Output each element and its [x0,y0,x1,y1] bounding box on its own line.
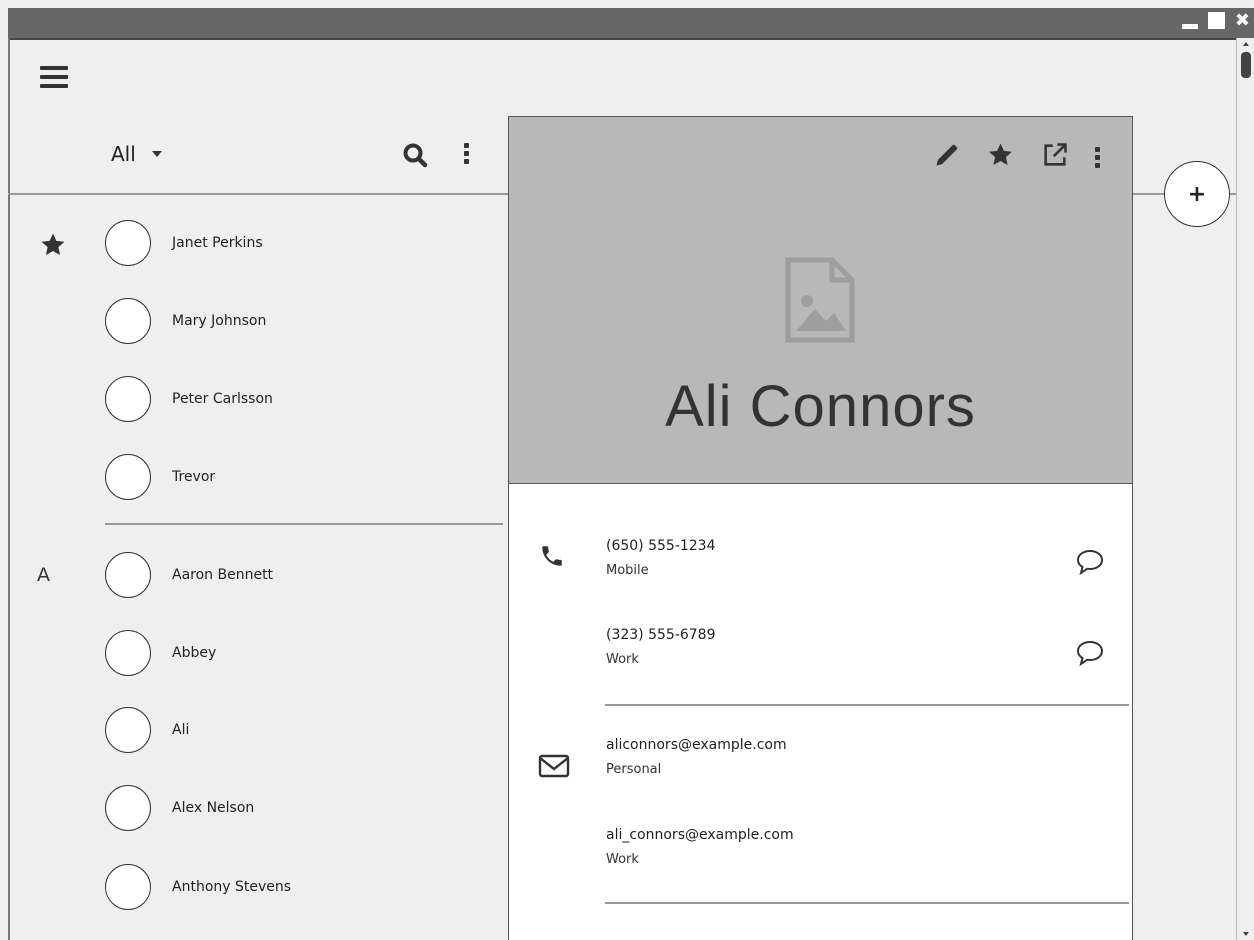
contact-list-item[interactable]: Janet Perkins [105,219,485,267]
avatar [105,552,151,598]
mail-icon [538,754,570,782]
window-titlebar: ✖ [8,8,1254,40]
detail-actions [933,141,1100,173]
detail-section-divider [605,704,1129,706]
contact-name: Mary Johnson [172,313,267,329]
vertical-scrollbar[interactable] [1236,38,1254,940]
email-address: aliconnors@example.com [606,737,787,753]
more-dot [1095,162,1100,168]
phone-entry[interactable]: (323) 555-6789 Work [606,627,716,667]
star-icon [38,231,68,263]
contact-list-item[interactable]: Peter Carlsson [105,375,485,423]
menu-icon-bar [40,84,68,88]
scroll-down-arrow-icon[interactable] [1243,932,1249,936]
avatar [105,376,151,422]
contact-name-title: Ali Connors [665,374,976,439]
avatar [105,630,151,676]
image-placeholder-icon [785,257,855,347]
email-entry[interactable]: ali_connors@example.com Work [606,827,794,867]
filter-dropdown[interactable]: All [111,142,162,166]
more-dot [464,151,469,156]
phone-type-label: Work [606,652,639,667]
minimize-button[interactable] [1181,24,1198,29]
pencil-icon[interactable] [933,141,961,173]
chevron-down-icon [151,151,162,157]
detail-section-divider [605,902,1129,904]
contact-name: Ali [172,722,190,738]
email-type-label: Work [606,852,639,867]
window-left-border [8,38,10,940]
contact-list-item[interactable]: Anthony Stevens [105,863,485,911]
contact-list-item[interactable]: Aaron Bennett [105,551,485,599]
message-icon[interactable] [1075,639,1105,671]
contact-hero-header: Ali Connors [509,117,1132,484]
contact-list-item[interactable]: Trevor [105,453,485,501]
menu-icon-bar [40,66,68,70]
more-dot [1095,154,1100,160]
filter-label: All [111,142,136,166]
phone-number: (323) 555-6789 [606,627,716,643]
avatar [105,454,151,500]
phone-entry[interactable]: (650) 555-1234 Mobile [606,538,716,578]
contact-name: Janet Perkins [172,235,263,251]
avatar [105,785,151,831]
contact-name: Abbey [172,645,217,661]
star-icon[interactable] [986,141,1015,173]
message-icon[interactable] [1075,548,1105,580]
phone-type-label: Mobile [606,563,649,578]
scroll-up-arrow-icon[interactable] [1243,42,1249,46]
more-dot [464,143,469,148]
contact-list-item[interactable]: Ali [105,706,485,754]
search-icon[interactable] [402,142,430,172]
more-dot [1095,146,1100,152]
add-contact-button[interactable]: + [1164,161,1230,227]
plus-icon: + [1187,181,1207,207]
list-more-icon[interactable] [464,143,469,164]
contact-name: Alex Nelson [172,800,255,816]
phone-number: (650) 555-1234 [606,538,716,554]
email-type-label: Personal [606,762,662,777]
group-header-a: A [37,564,50,586]
open-external-icon[interactable] [1040,141,1070,173]
contact-name: Peter Carlsson [172,391,273,407]
email-address: ali_connors@example.com [606,827,794,843]
contact-name: Aaron Bennett [172,567,274,583]
contact-list-item[interactable]: Alex Nelson [105,784,485,832]
contact-name: Trevor [172,469,216,485]
maximize-button[interactable] [1207,12,1225,29]
avatar [105,220,151,266]
window-controls: ✖ [1181,12,1250,30]
detail-more-icon[interactable] [1095,146,1100,168]
phone-icon [539,543,565,573]
scroll-thumb[interactable] [1241,52,1251,78]
contact-name: Anthony Stevens [172,879,292,895]
contact-list-item[interactable]: Mary Johnson [105,297,485,345]
list-group-divider [105,523,503,525]
more-dot [464,159,469,164]
avatar [105,298,151,344]
avatar [105,707,151,753]
contact-detail-card: Ali Connors (650) 555-1234 Mobile (323) … [508,116,1133,940]
email-entry[interactable]: aliconnors@example.com Personal [606,737,787,777]
contact-list-item[interactable]: Abbey [105,629,485,677]
menu-icon-bar [40,75,68,79]
avatar [105,864,151,910]
close-button[interactable]: ✖ [1235,12,1250,30]
menu-icon[interactable] [40,66,68,88]
